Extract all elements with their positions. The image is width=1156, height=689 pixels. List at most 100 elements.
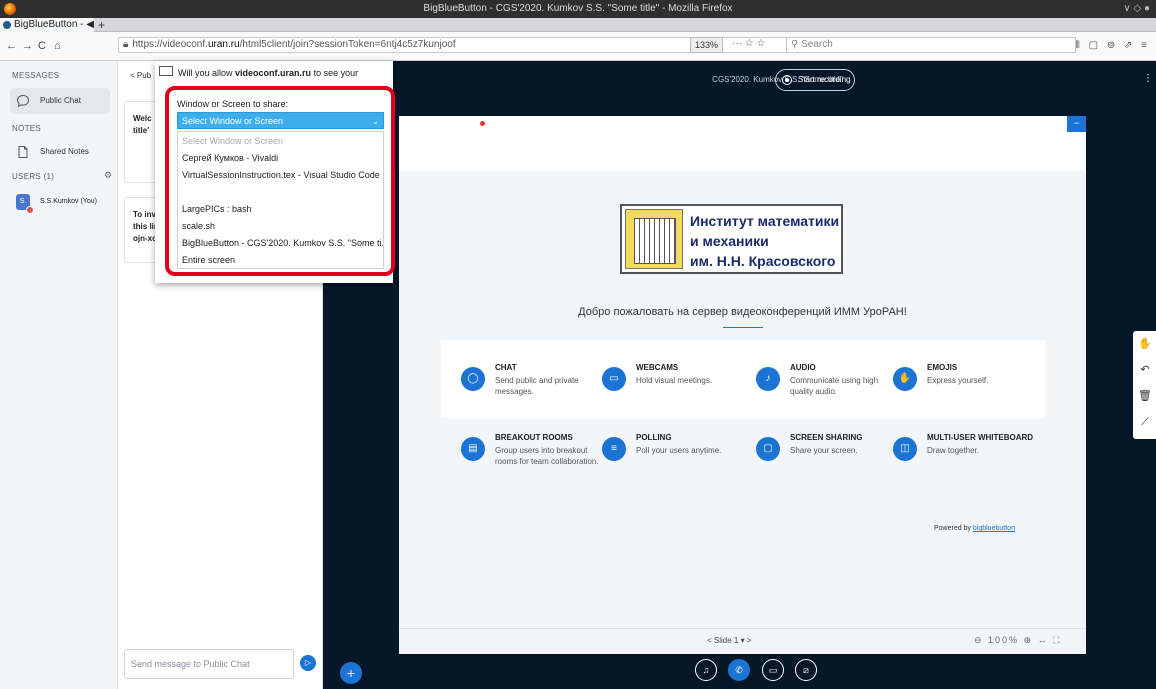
users-section-title: USERS (1) [12, 172, 55, 181]
whiteboard-toolbar: ✋ ↶ 🗑︎ ⟋ [1133, 331, 1156, 439]
tab-label: BigBlueButton - [14, 19, 84, 30]
feature-title: WEBCAMS [636, 363, 679, 372]
gear-icon[interactable]: ⚙ [104, 170, 112, 181]
welcome-heading: Добро пожаловать на сервер видеоконферен… [578, 306, 907, 318]
reload-button[interactable]: C [38, 40, 46, 52]
chat-message-input[interactable]: Send message to Public Chat [124, 649, 294, 679]
screen-share-icon: ▢ [756, 437, 780, 461]
forward-button[interactable]: → [22, 40, 33, 52]
chat-icon: ◯ [461, 367, 485, 391]
shared-notes-label: Shared Notes [40, 147, 89, 156]
notes-section-title: NOTES [12, 124, 42, 133]
feature-desc: Communicate using high quality audio. [790, 376, 879, 396]
institute-logo: Институт математики и механики им. Н.Н. … [620, 204, 843, 274]
user-list-panel: MESSAGES Public Chat NOTES Shared Notes … [0, 61, 118, 689]
polling-icon: ≡ [602, 437, 626, 461]
mic-off-icon: ♫ [702, 665, 710, 675]
sidebar-item-public-chat[interactable]: Public Chat [10, 88, 110, 114]
logo-line-1: Институт математики [690, 213, 840, 229]
slide-header [399, 116, 1086, 170]
logo-line-3: им. Н.Н. Красовского [690, 253, 836, 269]
welcome-underline [723, 327, 763, 328]
phone-icon: ✆ [735, 665, 743, 675]
feature-desc: Draw together. [927, 446, 980, 455]
options-menu-icon[interactable]: ⋮ [1143, 73, 1153, 84]
window-controls[interactable]: ∨ ◇ ● [1123, 0, 1150, 18]
feature-desc: Express yourself. [927, 376, 989, 385]
whiteboard-icon: ◫ [893, 437, 917, 461]
trash-icon[interactable]: 🗑︎ [1138, 389, 1152, 403]
zoom-badge[interactable]: 133% [690, 37, 724, 53]
messages-section-title: MESSAGES [12, 71, 60, 80]
permission-prefix: Will you allow [178, 68, 233, 78]
screen-share-off-icon: ⧄ [803, 665, 809, 675]
feature-title: MULTI-USER WHITEBOARD [927, 433, 1034, 442]
back-button[interactable]: ← [6, 40, 17, 52]
feature-title: EMOJIS [927, 363, 958, 372]
tab-bar: BigBlueButton - ◀ × + [0, 18, 1156, 32]
slide-controls-bar: < Slide 1 ▾ > ⊖ 100% ⊕ ↔ ⛶ [399, 628, 1086, 654]
feature-title: BREAKOUT ROOMS [495, 433, 573, 442]
url-domain: uran.ru [207, 39, 240, 50]
start-recording-label: Start recording [798, 75, 851, 84]
feature-desc: Share your screen. [790, 446, 858, 455]
sidebar-item-shared-notes[interactable]: Shared Notes [10, 139, 110, 165]
feature-desc: Send public and private messages. [495, 376, 579, 396]
navigation-bar: ← → C ⌂ 🔒︎ https://videoconf.uran.ru/html… [0, 32, 1156, 61]
highlight-annotation [165, 86, 395, 276]
logo-text: Институт математики и механики им. Н.Н. … [690, 211, 839, 271]
avatar-initials: S. [19, 198, 27, 205]
record-icon [782, 75, 792, 85]
webcam-off-icon: ▭ [768, 665, 778, 675]
feature-desc: Hold visual meetings. [636, 376, 713, 385]
multi-user-icon[interactable]: ⟋ [1138, 415, 1152, 429]
user-name[interactable]: S.S.Kumkov (You) [40, 198, 97, 205]
feature-desc: Poll your users anytime. [636, 446, 722, 455]
page-actions-icon[interactable]: ··· ☆ ☆ [732, 37, 765, 51]
firefox-logo-icon [4, 3, 16, 15]
powered-by-text: Powered by [934, 525, 971, 532]
slide: − Институт математики и механики им. Н.Н… [399, 116, 1086, 628]
avatar[interactable]: S. [16, 194, 34, 214]
mic-muted-badge [26, 206, 34, 214]
home-button[interactable]: ⌂ [54, 40, 61, 52]
breakout-rooms-icon: ▤ [461, 437, 485, 461]
browser-tab[interactable]: BigBlueButton - ◀ × [0, 18, 94, 32]
leave-audio-button[interactable]: ✆ [728, 659, 750, 681]
url-path: /html5client/join?sessionToken=6ntj4c5z7… [239, 39, 456, 50]
feature-desc: Group users into breakout rooms for team… [495, 446, 599, 466]
feature-title: AUDIO [790, 363, 816, 372]
new-tab-button[interactable]: + [98, 18, 105, 32]
logo-line-2: и механики [690, 233, 769, 249]
mute-mic-button[interactable]: ♫ [695, 659, 717, 681]
bbb-favicon-icon [3, 21, 11, 29]
window-title: BigBlueButton - CGS'2020. Kumkov S.S. "S… [423, 3, 733, 14]
search-input[interactable]: ⚲ Search [786, 37, 1076, 53]
minimize-presentation-button[interactable]: − [1067, 116, 1086, 132]
meeting-title: CGS'2020. Kumkov S.S. "Some title" [712, 75, 843, 84]
webcam-button[interactable]: ▭ [762, 659, 784, 681]
building-logo-icon [625, 209, 683, 269]
share-screen-button[interactable]: ⧄ [795, 659, 817, 681]
actions-add-button[interactable]: + [340, 662, 362, 684]
permission-domain: videoconf.uran.ru [235, 68, 312, 78]
lock-icon: 🔒︎ [123, 39, 129, 50]
send-message-button[interactable]: ▷ [300, 655, 316, 671]
presentation-area: CGS'2020. Kumkov S.S. "Some title" Start… [323, 61, 1156, 689]
tab-indicators[interactable]: ◀ × [86, 19, 94, 30]
hand-tool-icon[interactable]: ✋ [1138, 337, 1152, 351]
chat-back-button[interactable]: < Pub [130, 71, 151, 80]
feature-title: POLLING [636, 433, 672, 442]
permission-suffix: to see your [313, 68, 359, 78]
cursor-dot [480, 121, 485, 126]
undo-icon[interactable]: ↶ [1138, 363, 1152, 377]
bigbluebutton-link[interactable]: bigbluebutton [973, 525, 1015, 532]
toolbar-icons[interactable]: ⫴ ▢ ⊚ ⇗ ≡ [1076, 40, 1150, 51]
start-recording-button[interactable]: Start recording [775, 69, 855, 91]
webcam-icon: ▭ [602, 367, 626, 391]
window-title-bar: BigBlueButton - CGS'2020. Kumkov S.S. "S… [0, 0, 1156, 18]
slide-navigation[interactable]: < Slide 1 ▾ > [707, 636, 752, 645]
welcome-text-1: Welc [133, 114, 152, 123]
chat-bubble-icon [16, 94, 30, 108]
zoom-controls[interactable]: ⊖ 100% ⊕ ↔ ⛶ [974, 635, 1061, 646]
